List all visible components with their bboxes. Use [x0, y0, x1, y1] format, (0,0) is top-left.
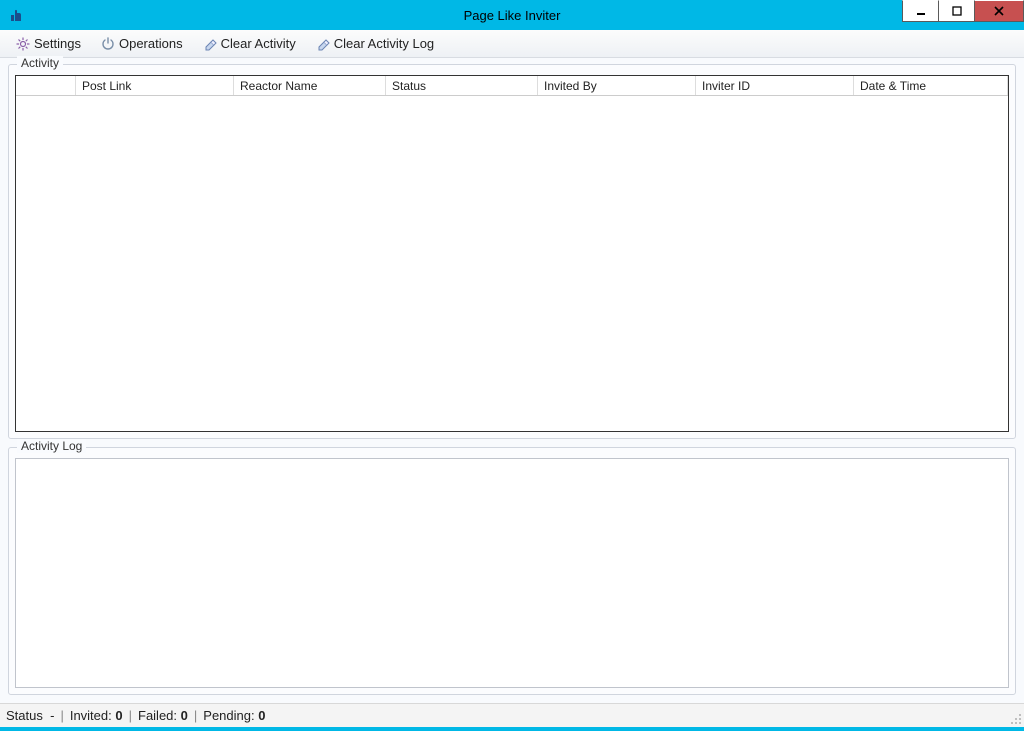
minimize-button[interactable]	[902, 0, 938, 22]
activity-group: Activity Post Link Reactor Name Status I…	[8, 64, 1016, 439]
app-icon	[8, 7, 24, 23]
main-body: Activity Post Link Reactor Name Status I…	[0, 58, 1024, 703]
clear-activity-button[interactable]: Clear Activity	[195, 34, 304, 53]
clear-activity-label: Clear Activity	[221, 36, 296, 51]
resize-grip-icon[interactable]	[1010, 713, 1022, 725]
status-label: Status	[6, 708, 43, 723]
activity-table[interactable]: Post Link Reactor Name Status Invited By…	[15, 75, 1009, 432]
activity-log-group: Activity Log	[8, 447, 1016, 695]
gear-icon	[16, 37, 30, 51]
clear-activity-log-label: Clear Activity Log	[334, 36, 434, 51]
column-header[interactable]: Reactor Name	[234, 76, 386, 95]
maximize-button[interactable]	[938, 0, 974, 22]
operations-label: Operations	[119, 36, 183, 51]
activity-log-area[interactable]	[15, 458, 1009, 688]
close-button[interactable]	[974, 0, 1024, 22]
operations-button[interactable]: Operations	[93, 34, 191, 53]
eraser-icon	[316, 37, 330, 51]
content-area: Settings Operations Clear Activity Clear…	[0, 30, 1024, 731]
window-controls	[902, 0, 1024, 22]
column-header[interactable]: Status	[386, 76, 538, 95]
status-value: -	[50, 708, 54, 723]
column-header[interactable]: Inviter ID	[696, 76, 854, 95]
invited-value: 0	[115, 708, 122, 723]
titlebar[interactable]: Page Like Inviter	[0, 0, 1024, 30]
table-header: Post Link Reactor Name Status Invited By…	[16, 76, 1008, 96]
settings-button[interactable]: Settings	[8, 34, 89, 53]
window-title: Page Like Inviter	[464, 8, 561, 23]
settings-label: Settings	[34, 36, 81, 51]
clear-activity-log-button[interactable]: Clear Activity Log	[308, 34, 442, 53]
application-window: Page Like Inviter Settings	[0, 0, 1024, 731]
eraser-icon	[203, 37, 217, 51]
activity-log-title: Activity Log	[17, 439, 86, 453]
column-header[interactable]	[16, 76, 76, 95]
column-header[interactable]: Date & Time	[854, 76, 1008, 95]
failed-label: Failed:	[138, 708, 177, 723]
pending-value: 0	[258, 708, 265, 723]
failed-value: 0	[181, 708, 188, 723]
column-header[interactable]: Invited By	[538, 76, 696, 95]
activity-title: Activity	[17, 56, 63, 70]
toolbar: Settings Operations Clear Activity Clear…	[0, 30, 1024, 58]
power-icon	[101, 37, 115, 51]
status-bar: Status - | Invited: 0 | Failed: 0 | Pend…	[0, 703, 1024, 727]
pending-label: Pending:	[203, 708, 254, 723]
column-header[interactable]: Post Link	[76, 76, 234, 95]
invited-label: Invited:	[70, 708, 112, 723]
